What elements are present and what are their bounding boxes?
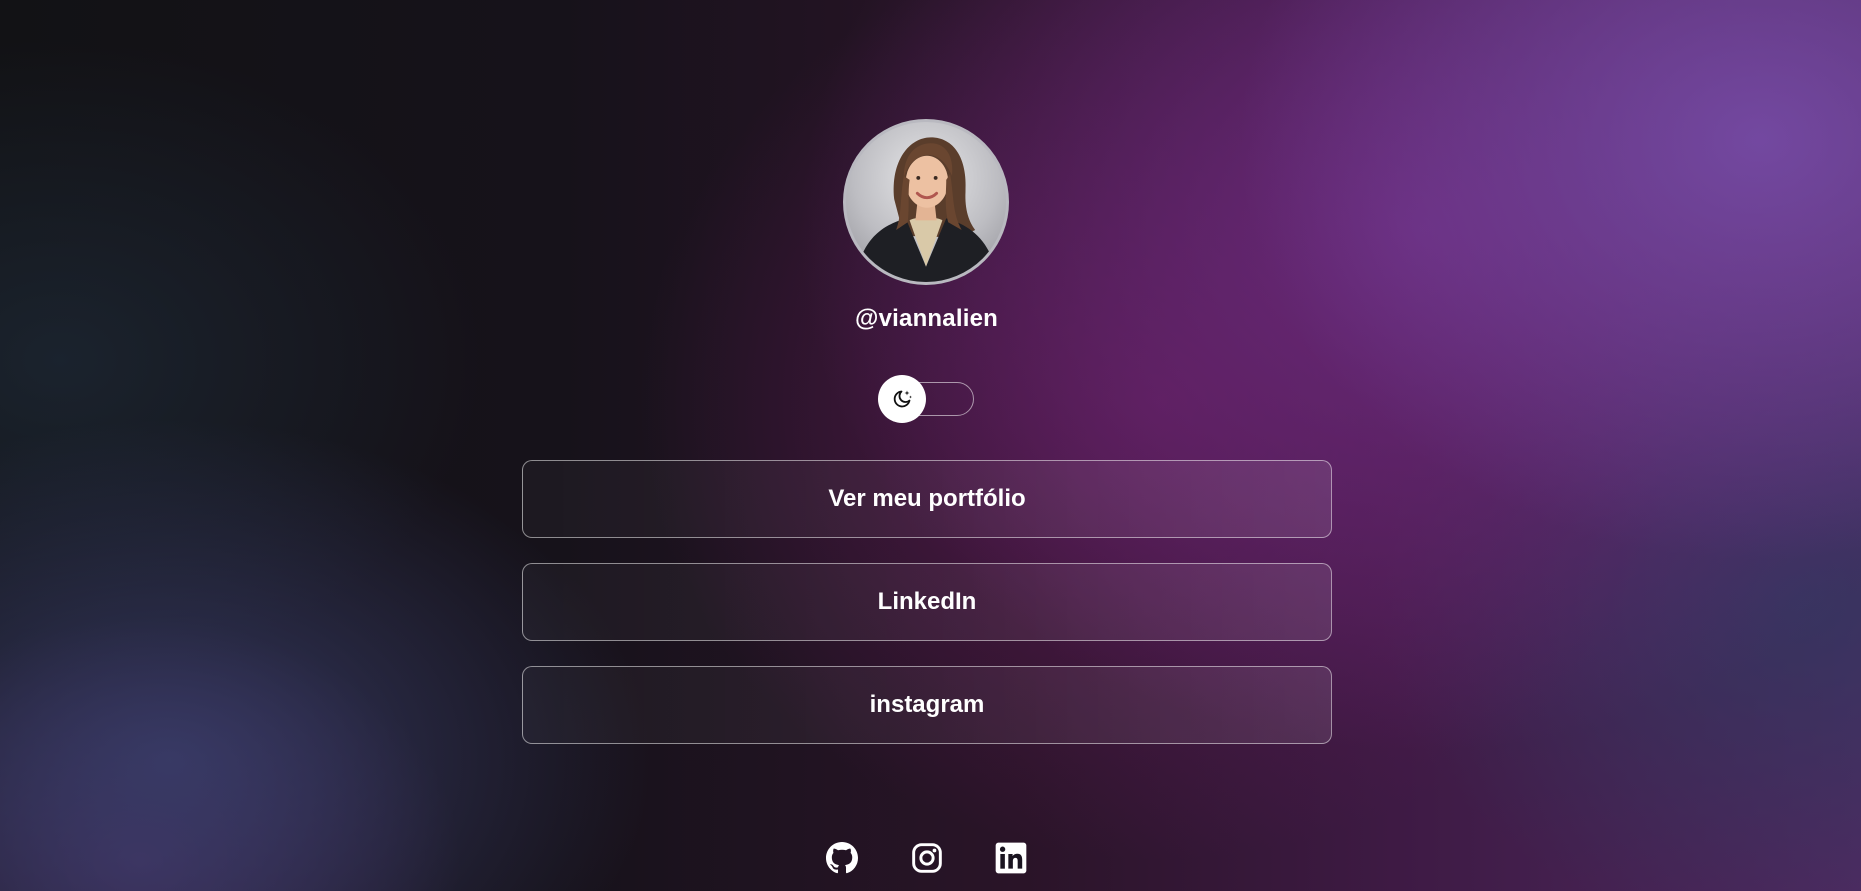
toggle-knob[interactable]	[878, 375, 926, 423]
portfolio-link-button[interactable]: Ver meu portfólio	[522, 460, 1332, 538]
moon-stars-icon	[893, 390, 912, 408]
link-in-bio-page: @viannalien Ver meu portfólio LinkedIn i…	[0, 0, 1861, 891]
linkedin-icon	[995, 842, 1027, 874]
instagram-link[interactable]	[910, 841, 944, 875]
theme-toggle[interactable]	[878, 375, 976, 425]
github-icon	[826, 842, 858, 874]
linkedin-link-button[interactable]: LinkedIn	[522, 563, 1332, 641]
instagram-link-button[interactable]: instagram	[522, 666, 1332, 744]
avatar-photo	[855, 137, 999, 282]
github-link[interactable]	[825, 841, 859, 875]
profile-username: @viannalien	[855, 305, 998, 332]
avatar	[843, 119, 1009, 285]
linkedin-link[interactable]	[994, 841, 1028, 875]
instagram-icon	[912, 843, 942, 873]
